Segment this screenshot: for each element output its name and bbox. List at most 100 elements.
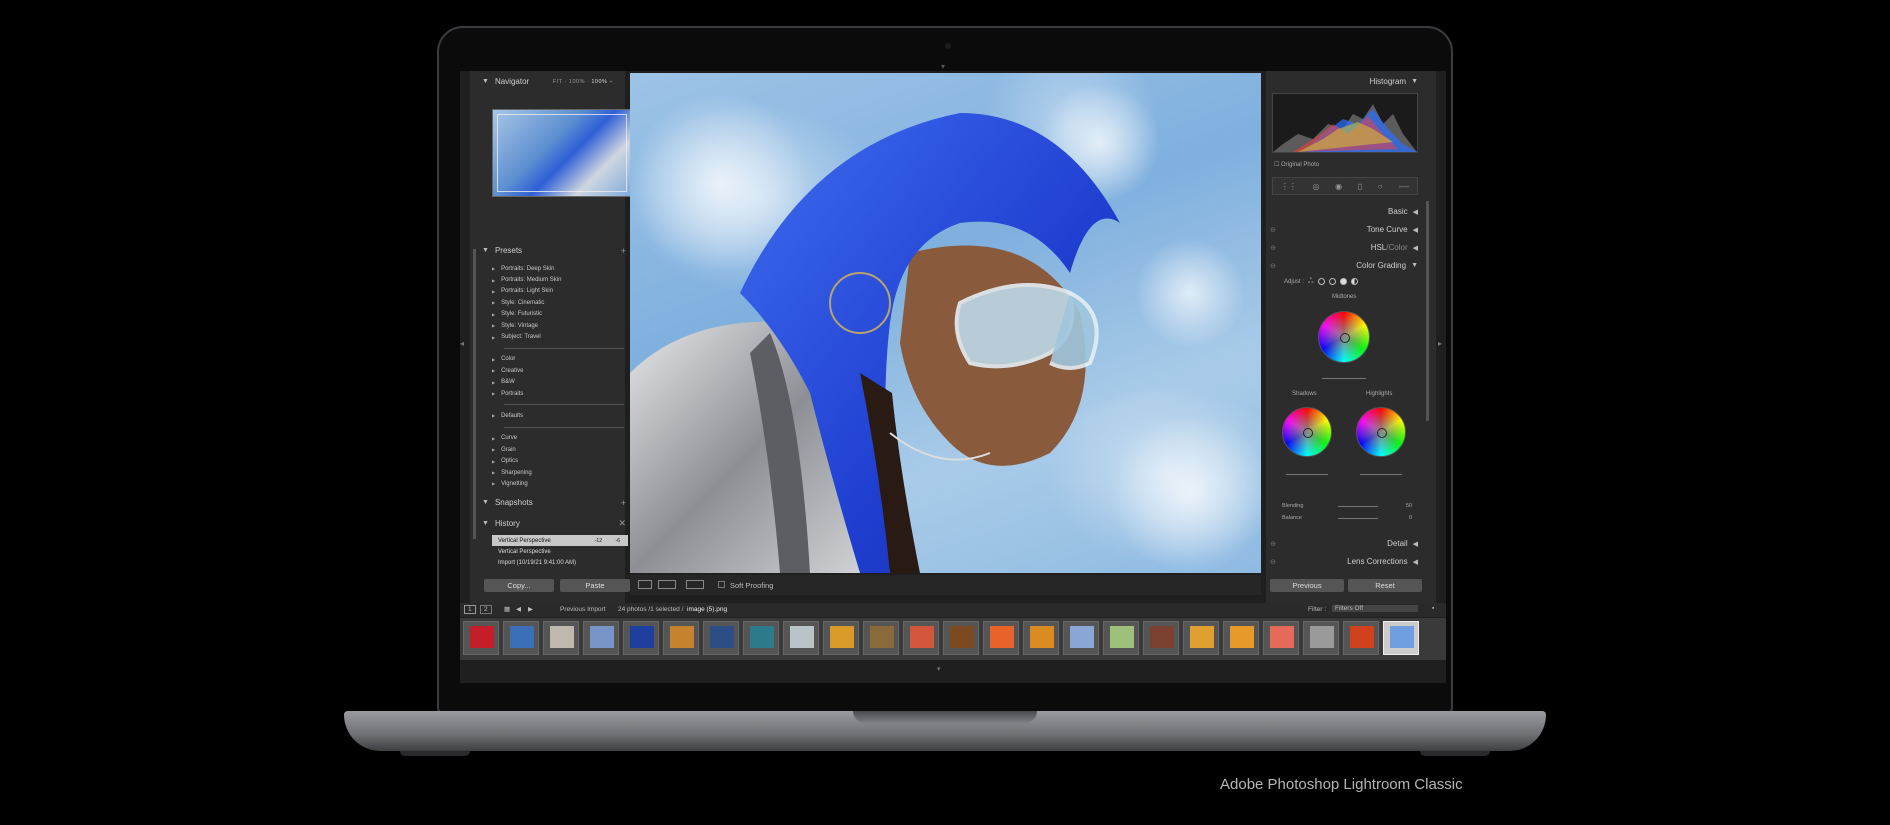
reset-button[interactable]: Reset xyxy=(1348,579,1422,592)
history-item[interactable]: Vertical Perspective xyxy=(492,546,628,557)
zoom-100-a[interactable]: 100% xyxy=(569,79,585,85)
original-photo-toggle[interactable]: ☐ Original Photo xyxy=(1274,161,1319,168)
back-arrow-icon[interactable]: ◀ xyxy=(516,605,521,613)
filmstrip-thumbnail[interactable] xyxy=(1183,621,1219,655)
add-snapshot-icon[interactable]: + xyxy=(621,498,626,508)
histogram-header[interactable]: Histogram ▼ xyxy=(1268,74,1418,89)
spot-removal-icon[interactable]: ◎ xyxy=(1312,182,1319,191)
soft-proofing-checkbox[interactable] xyxy=(718,581,725,588)
midtones-dot-icon[interactable] xyxy=(1328,278,1336,285)
filmstrip-thumbnail[interactable] xyxy=(663,621,699,655)
left-panel-toggle-icon[interactable]: ◂ xyxy=(460,339,464,348)
radial-filter-icon[interactable]: ○ xyxy=(1378,182,1383,191)
preset-item[interactable]: ▶ Defaults xyxy=(492,410,628,421)
shadows-dot-icon[interactable] xyxy=(1317,278,1325,285)
shadows-luminance-slider[interactable] xyxy=(1286,474,1328,475)
grid-view-icon[interactable]: ▦ xyxy=(504,605,510,613)
preset-item[interactable]: ▶ B&W xyxy=(492,377,628,388)
filmstrip-thumbnail[interactable] xyxy=(823,621,859,655)
loupe-view-icon[interactable] xyxy=(638,580,652,589)
preset-item[interactable]: ▶ Curve xyxy=(492,433,628,444)
preset-item[interactable]: ▶ Sharpening xyxy=(492,467,628,478)
copy-button[interactable]: Copy... xyxy=(484,579,554,592)
filmstrip-thumbnail[interactable] xyxy=(1383,621,1419,655)
filmstrip-thumbnail[interactable] xyxy=(503,621,539,655)
zoom-fit[interactable]: FIT xyxy=(553,79,563,85)
blending-track[interactable] xyxy=(1338,505,1378,507)
balance-slider[interactable]: Balance 0 xyxy=(1282,514,1418,522)
filmstrip-thumbnail[interactable] xyxy=(463,621,499,655)
right-scrollbar[interactable] xyxy=(1426,201,1429,421)
filmstrip-thumbnail[interactable] xyxy=(1303,621,1339,655)
presets-header[interactable]: ▼ Presets + xyxy=(482,243,632,258)
snapshots-header[interactable]: ▼ Snapshots + xyxy=(482,495,632,510)
filmstrip-thumbnail[interactable] xyxy=(983,621,1019,655)
before-after-icon[interactable] xyxy=(686,580,704,589)
brush-slider-icon[interactable]: ◦— xyxy=(1398,182,1409,191)
toggle-icon[interactable]: ⊖ xyxy=(1270,244,1276,252)
source-label[interactable]: Previous Import xyxy=(560,606,606,613)
balance-track[interactable] xyxy=(1338,517,1378,519)
filmstrip-thumbnail[interactable] xyxy=(543,621,579,655)
blending-slider[interactable]: Blending 50 xyxy=(1282,502,1418,510)
forward-arrow-icon[interactable]: ▶ xyxy=(528,605,533,613)
preset-item[interactable]: ▶ Subject: Travel xyxy=(492,331,628,342)
filmstrip-thumbnail[interactable] xyxy=(1023,621,1059,655)
toggle-icon[interactable]: ⊖ xyxy=(1270,262,1276,270)
main-photo[interactable] xyxy=(630,73,1261,573)
preset-item[interactable]: ▶ Portraits: Light Skin xyxy=(492,286,628,297)
previous-button[interactable]: Previous xyxy=(1270,579,1344,592)
preset-item[interactable]: ▶ Style: Cinematic xyxy=(492,297,628,308)
window-1-button[interactable]: 1 xyxy=(464,605,476,614)
toggle-icon[interactable]: ⊖ xyxy=(1270,558,1276,566)
filmstrip-thumbnail[interactable] xyxy=(903,621,939,655)
filter-dropdown[interactable]: Filters Off xyxy=(1332,605,1418,612)
preset-item[interactable]: ▶ Optics xyxy=(492,455,628,466)
left-scrollbar[interactable] xyxy=(473,249,476,539)
global-dot-icon[interactable] xyxy=(1350,278,1358,285)
filter-toggle-icon[interactable]: ▪ xyxy=(1432,605,1434,612)
filmstrip-thumbnail[interactable] xyxy=(783,621,819,655)
crop-tool-icon[interactable]: ⋮⋮ xyxy=(1281,182,1297,191)
highlights-wheel[interactable] xyxy=(1356,407,1406,457)
history-header[interactable]: ▼ History ✕ xyxy=(482,516,632,531)
toggle-icon[interactable]: ⊖ xyxy=(1270,226,1276,234)
add-preset-icon[interactable]: + xyxy=(621,246,626,256)
filmstrip-thumbnail[interactable] xyxy=(743,621,779,655)
color-grading-section[interactable]: ⊖ Color Grading ▼ xyxy=(1268,258,1418,273)
three-way-icon[interactable]: ஃ xyxy=(1308,277,1314,286)
toggle-icon[interactable]: ⊖ xyxy=(1270,540,1276,548)
highlights-dot-icon[interactable] xyxy=(1339,278,1347,285)
window-2-button[interactable]: 2 xyxy=(480,605,492,614)
clear-history-icon[interactable]: ✕ xyxy=(618,518,626,529)
preset-item[interactable]: ▶ Portraits: Deep Skin xyxy=(492,263,628,274)
filmstrip-thumbnail[interactable] xyxy=(583,621,619,655)
filmstrip-thumbnail[interactable] xyxy=(1103,621,1139,655)
history-item[interactable]: Vertical Perspective -12 -6 xyxy=(492,535,628,546)
paste-button[interactable]: Paste xyxy=(560,579,630,592)
midtones-luminance-slider[interactable] xyxy=(1322,378,1366,379)
caret-down-icon[interactable]: ▾ xyxy=(937,665,941,673)
tone-curve-section[interactable]: ⊖ Tone Curve ◀ xyxy=(1268,222,1418,237)
filmstrip-thumbnail[interactable] xyxy=(1263,621,1299,655)
highlights-luminance-slider[interactable] xyxy=(1360,474,1402,475)
detail-section[interactable]: ⊖ Detail ◀ xyxy=(1268,536,1418,551)
redeye-icon[interactable]: ◉ xyxy=(1335,182,1342,191)
filmstrip-thumbnail[interactable] xyxy=(863,621,899,655)
preset-item[interactable]: ▶ Style: Vintage xyxy=(492,320,628,331)
filmstrip-thumbnail[interactable] xyxy=(1063,621,1099,655)
preset-item[interactable]: ▶ Style: Futuristic xyxy=(492,309,628,320)
filmstrip-thumbnail[interactable] xyxy=(703,621,739,655)
basic-section[interactable]: Basic ◀ xyxy=(1268,204,1418,219)
lens-corrections-section[interactable]: ⊖ Lens Corrections ◀ xyxy=(1268,554,1418,569)
zoom-100-b[interactable]: 100% xyxy=(591,79,607,85)
preset-item[interactable]: ▶ Creative xyxy=(492,365,628,376)
selected-filename[interactable]: image (5).png xyxy=(687,606,727,613)
preset-item[interactable]: ▶ Portraits: Medium Skin xyxy=(492,274,628,285)
navigator-preview[interactable] xyxy=(492,109,632,197)
filmstrip-thumbnail[interactable] xyxy=(1143,621,1179,655)
history-item[interactable]: Import (10/19/21 9:41:00 AM) xyxy=(492,557,628,568)
filmstrip-thumbnail[interactable] xyxy=(1223,621,1259,655)
hsl-color-section[interactable]: ⊖ HSL / Color ◀ xyxy=(1268,240,1418,255)
filmstrip-thumbnail[interactable] xyxy=(623,621,659,655)
